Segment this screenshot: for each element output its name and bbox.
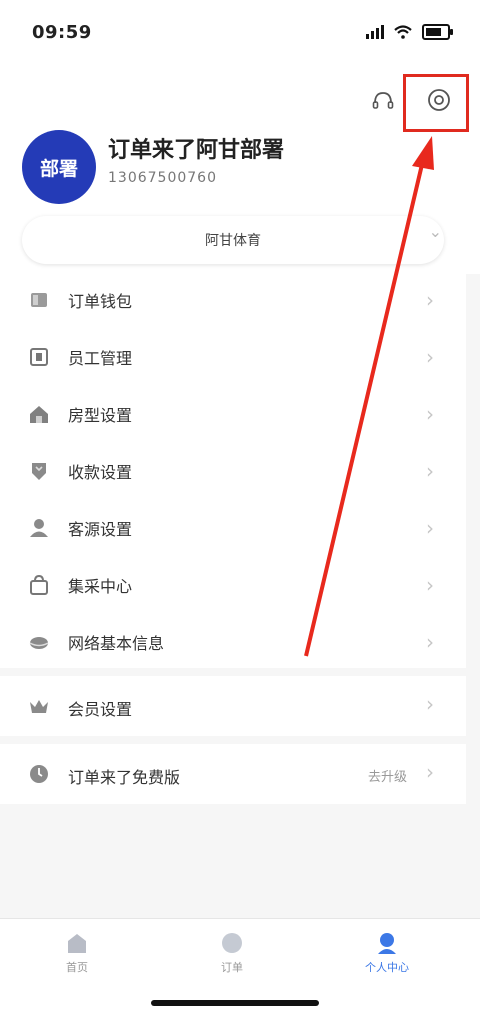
- menu-item-label: 房型设置: [68, 406, 133, 425]
- battery-icon: [422, 24, 453, 40]
- shopping-bag-icon: [30, 574, 48, 595]
- store-name: 订单来了阿甘部署: [108, 138, 285, 163]
- crown-icon: [30, 700, 48, 713]
- home-icon: [68, 934, 86, 953]
- signal-icon: [366, 25, 384, 39]
- member-settings-label: 会员设置: [68, 700, 133, 719]
- home-indicator: [151, 1000, 319, 1006]
- menu-item-label: 收款设置: [68, 463, 133, 482]
- tab-label: 首页: [66, 961, 88, 974]
- chevron-down-icon[interactable]: ⌄: [429, 222, 442, 241]
- menu-item-staff[interactable]: 员工管理 ›: [0, 329, 466, 385]
- customer-icon: [30, 519, 48, 537]
- tab-label: 订单: [221, 961, 243, 974]
- chevron-right-icon: ›: [426, 345, 434, 369]
- clock-icon: [30, 765, 48, 783]
- version-label: 订单来了免费版: [68, 768, 181, 787]
- menu-item-room-type[interactable]: 房型设置 ›: [0, 386, 466, 442]
- menu-item-label: 员工管理: [68, 349, 133, 368]
- status-bar: 09:59: [0, 0, 480, 64]
- payment-icon: [32, 463, 46, 480]
- status-time: 09:59: [32, 22, 92, 43]
- staff-icon: [30, 348, 48, 366]
- chevron-right-icon: ›: [426, 630, 434, 654]
- user-icon: [378, 933, 396, 954]
- avatar[interactable]: 部署: [22, 130, 96, 204]
- chevron-right-icon[interactable]: ›: [426, 152, 434, 176]
- chevron-right-icon: ›: [426, 516, 434, 540]
- menu-item-wallet[interactable]: 订单钱包 ›: [0, 272, 466, 328]
- phone-number: 13067500760: [108, 170, 217, 186]
- wifi-icon: [394, 25, 412, 39]
- chevron-right-icon: ›: [426, 459, 434, 483]
- house-icon: [30, 406, 48, 423]
- store-selector-label: 阿甘体育: [205, 233, 261, 249]
- menu-item-procurement[interactable]: 集采中心 ›: [0, 557, 466, 613]
- tab-profile[interactable]: 个人中心: [342, 931, 432, 975]
- menu-item-label: 网络基本信息: [68, 634, 165, 653]
- tab-label: 个人中心: [365, 961, 409, 974]
- chevron-right-icon: ›: [426, 288, 434, 312]
- settings-menu: 订单钱包 › 员工管理 › 房型设置 › 收款设置 › 客源设置 › 集采中心 …: [0, 272, 466, 668]
- menu-item-customer[interactable]: 客源设置 ›: [0, 500, 466, 556]
- menu-item-network[interactable]: 网络基本信息 ›: [0, 614, 466, 670]
- chevron-right-icon: ›: [426, 692, 434, 716]
- headset-icon[interactable]: [370, 88, 396, 114]
- highlight-box: [403, 74, 469, 132]
- chevron-right-icon: ›: [426, 402, 434, 426]
- status-icons: [366, 24, 453, 40]
- network-icon: [29, 637, 49, 649]
- member-settings-item[interactable]: 会员设置 ›: [0, 676, 466, 736]
- upgrade-link[interactable]: 去升级: [368, 766, 407, 785]
- tab-orders[interactable]: 订单: [187, 931, 277, 975]
- wallet-icon: [31, 293, 47, 307]
- version-item[interactable]: 订单来了免费版 去升级 ›: [0, 744, 466, 804]
- chevron-right-icon: ›: [426, 760, 434, 784]
- menu-item-payment[interactable]: 收款设置 ›: [0, 443, 466, 499]
- menu-item-label: 订单钱包: [68, 292, 133, 311]
- circle-icon: [222, 933, 242, 953]
- chevron-right-icon: ›: [426, 573, 434, 597]
- tab-home[interactable]: 首页: [32, 931, 122, 975]
- menu-item-label: 集采中心: [68, 577, 133, 596]
- menu-item-label: 客源设置: [68, 520, 133, 539]
- store-selector[interactable]: 阿甘体育: [22, 216, 444, 264]
